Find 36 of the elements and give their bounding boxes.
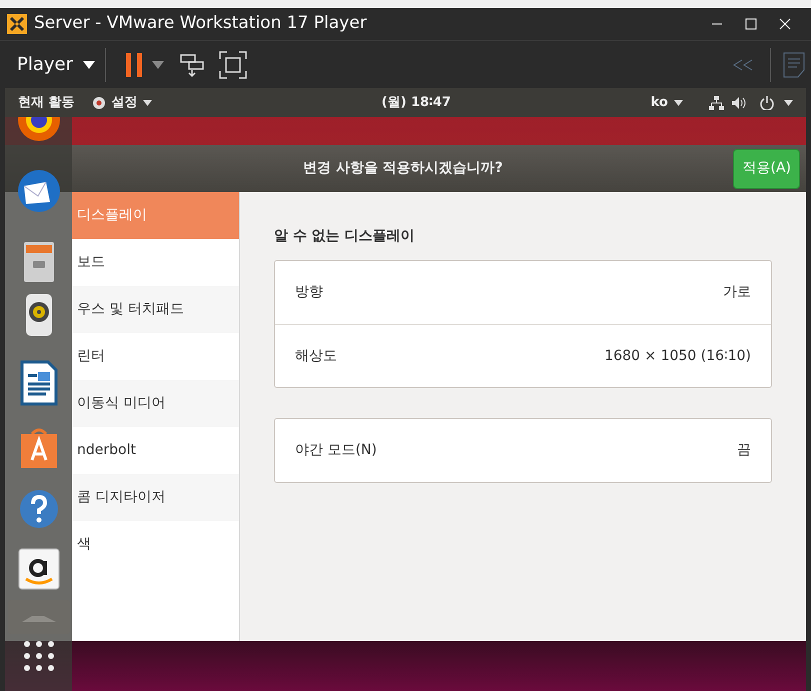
row-label: 해상도 — [295, 346, 337, 366]
caret-icon — [674, 100, 683, 106]
pause-icon[interactable] — [124, 52, 144, 76]
row-value[interactable]: 끔 — [737, 440, 751, 461]
input-method-menu[interactable]: ko — [650, 92, 668, 112]
row-label: 방향 — [295, 283, 323, 302]
caret-icon[interactable] — [784, 100, 793, 106]
close-icon[interactable] — [779, 18, 791, 30]
player-menu[interactable]: Player — [17, 51, 96, 78]
row-value[interactable]: 가로 — [723, 282, 751, 303]
send-keys-icon[interactable] — [179, 52, 206, 78]
window-title: Server - VMware Workstation 17 Player — [34, 12, 367, 36]
app-logo-icon — [6, 13, 28, 35]
sidebar-item[interactable]: 콤 디지타이저 — [72, 474, 239, 521]
caret-icon — [142, 100, 152, 106]
maximize-icon[interactable] — [745, 18, 757, 30]
section-heading: 알 수 없는 디스플레이 — [274, 227, 416, 246]
app-menu[interactable]: 설정 — [112, 92, 138, 112]
network-icon[interactable] — [709, 96, 724, 110]
header-title: 변경 사항을 적용하시겠습니까? — [303, 159, 503, 178]
sidebar-item[interactable]: 우스 및 터치패드 — [72, 286, 239, 333]
row-value[interactable]: 1680 × 1050 (16∶10) — [604, 346, 751, 366]
notes-icon[interactable] — [783, 52, 805, 78]
shopping-icon[interactable] — [16, 546, 62, 592]
caret-icon — [83, 60, 96, 68]
fullscreen-icon[interactable] — [219, 50, 248, 78]
clock[interactable]: (월) 18∶47 — [382, 92, 451, 112]
app-grid-icon[interactable] — [22, 640, 54, 672]
mail-icon[interactable] — [16, 168, 62, 214]
row-label: 야간 모드(N) — [295, 441, 377, 460]
activities-button[interactable]: 현재 활동 — [18, 92, 75, 112]
collapse-icon[interactable] — [732, 58, 754, 70]
power-icon[interactable] — [760, 96, 774, 110]
sidebar-item[interactable]: 이동식 미디어 — [72, 380, 239, 427]
caret-icon[interactable] — [152, 60, 164, 68]
volume-icon[interactable] — [732, 96, 748, 110]
